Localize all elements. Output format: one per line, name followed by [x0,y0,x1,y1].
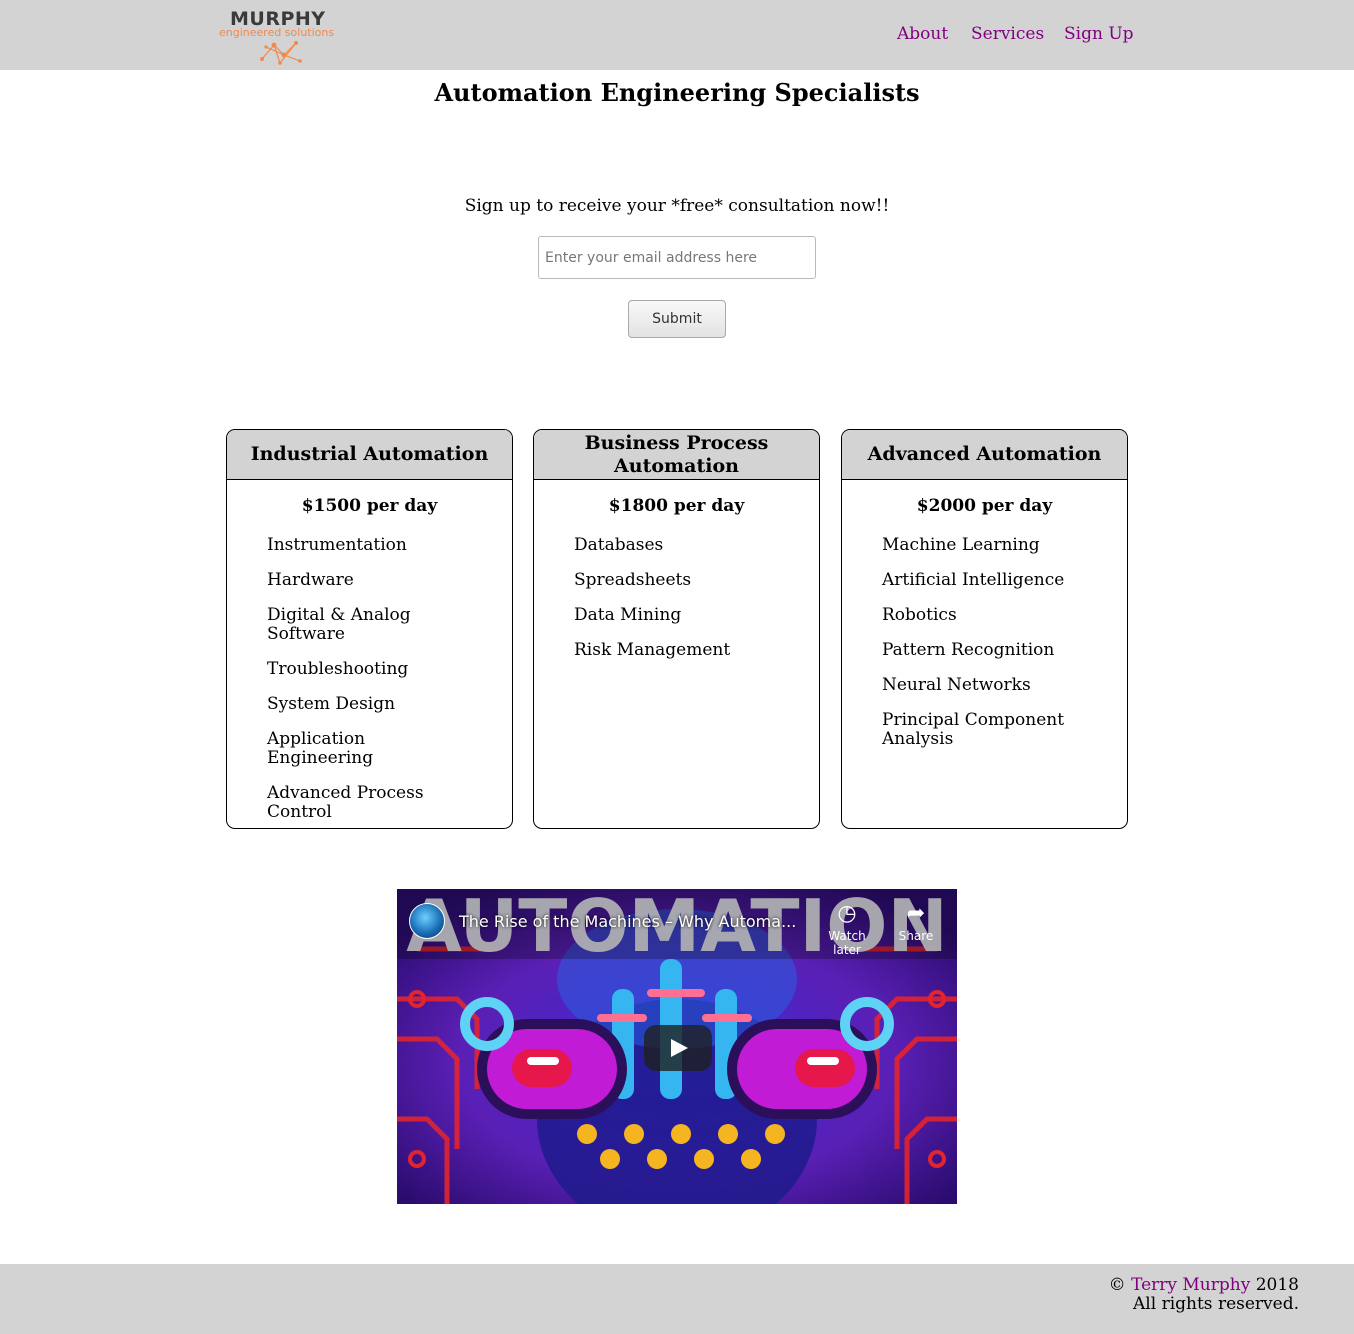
nav-about-link[interactable]: About [897,24,948,44]
play-button[interactable] [644,1025,712,1071]
card-feature-list: Machine Learning Artificial Intelligence… [842,536,1127,749]
submit-button[interactable]: Submit [628,300,726,338]
site-footer: © Terry Murphy 2018 All rights reserved. [0,1264,1354,1334]
card-feature-item: Advanced Process Control [267,783,424,822]
card-feature-item: Hardware [267,570,354,590]
clock-icon: ◷ [837,901,857,926]
card-feature-item: Application Engineering [267,729,374,768]
pricing-card-business: Business Process Automation $1800 per da… [533,429,820,829]
card-feature-list: Databases Spreadsheets Data Mining Risk … [534,536,819,660]
signup-prompt: Sign up to receive your *free* consultat… [464,196,890,216]
card-feature-item: Instrumentation [267,535,407,555]
card-feature-item: Risk Management [574,640,731,660]
card-title: Business Process Automation [534,430,819,480]
watch-later-button[interactable]: ◷ Watch later [817,901,877,957]
video-title[interactable]: The Rise of the Machines – Why Automa... [459,912,796,931]
share-arrow-icon: ➦ [906,901,926,926]
pricing-card-industrial: Industrial Automation $1500 per day Inst… [226,429,513,829]
card-feature-item: Databases [574,535,664,555]
copyright-symbol: © [1108,1275,1126,1295]
card-feature-item: Artificial Intelligence [882,570,1065,590]
card-price: $1800 per day [608,496,745,516]
card-title: Advanced Automation [842,430,1127,480]
nav-services-link[interactable]: Services [971,24,1044,44]
email-input[interactable] [538,236,816,279]
network-logo-icon [260,41,302,65]
watch-later-label: Watch later [828,929,866,957]
card-feature-item: Pattern Recognition [882,640,1055,660]
card-feature-item: Principal Component Analysis [882,710,1065,749]
pricing-card-advanced: Advanced Automation $2000 per day Machin… [841,429,1128,829]
card-feature-item: Spreadsheets [574,570,692,590]
card-feature-list: Instrumentation Hardware Digital & Analo… [227,536,512,822]
card-feature-item: Machine Learning [882,535,1040,555]
page-title: Automation Engineering Specialists [434,78,920,107]
card-price: $1500 per day [301,496,438,516]
murphy-logo[interactable]: MURPHY engineered solutions [216,6,344,66]
share-label: Share [898,929,934,943]
card-feature-item: Neural Networks [882,675,1031,695]
rights-text: All rights reserved. [1133,1294,1299,1314]
nav-signup-link[interactable]: Sign Up [1064,24,1134,44]
author-link[interactable]: Terry Murphy [1131,1275,1250,1295]
video-embed[interactable]: AUTOMATION The Rise of the Machines – Wh… [397,889,957,1204]
card-feature-item: Robotics [882,605,957,625]
card-title: Industrial Automation [227,430,512,480]
card-price: $2000 per day [916,496,1053,516]
site-header: MURPHY engineered solutions About Servic… [0,0,1354,70]
copyright-year: 2018 [1255,1275,1299,1295]
card-feature-item: Digital & Analog Software [267,605,411,644]
card-feature-item: System Design [267,694,396,714]
share-button[interactable]: ➦ Share [891,901,941,943]
footer-copyright: © Terry Murphy 2018 All rights reserved. [1109,1276,1299,1314]
card-feature-item: Troubleshooting [267,659,409,679]
channel-avatar-icon[interactable] [409,903,445,939]
card-feature-item: Data Mining [574,605,682,625]
logo-subtitle: engineered solutions [219,26,335,39]
